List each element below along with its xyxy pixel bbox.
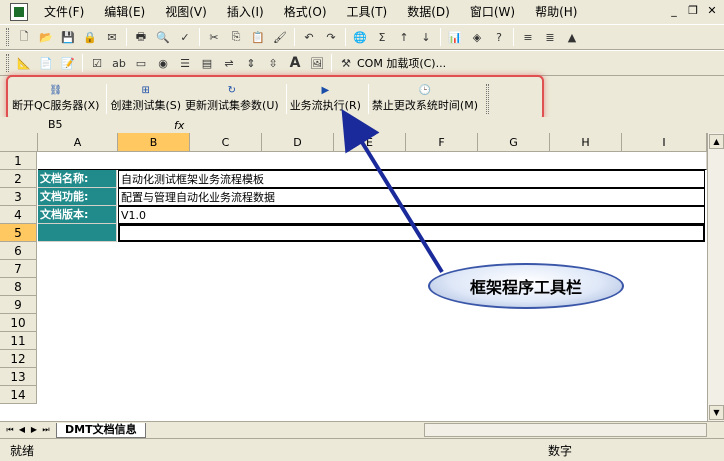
sheet-tab[interactable]: DMT文档信息 <box>56 422 146 438</box>
horizontal-scrollbar[interactable] <box>424 423 707 437</box>
status-bar: 就绪 数字 <box>0 438 724 461</box>
next-sheet-icon[interactable]: ▶ <box>28 424 40 436</box>
annotation-arrow <box>341 108 444 274</box>
framework-toolbar-callout: 框架程序工具栏 <box>428 263 624 309</box>
prev-sheet-icon[interactable]: ◀ <box>16 424 28 436</box>
status-ready: 就绪 <box>10 443 35 458</box>
last-sheet-icon[interactable]: ⏭ <box>40 424 52 436</box>
first-sheet-icon[interactable]: ⏮ <box>4 424 16 436</box>
status-num-lock: 数字 <box>548 443 573 458</box>
